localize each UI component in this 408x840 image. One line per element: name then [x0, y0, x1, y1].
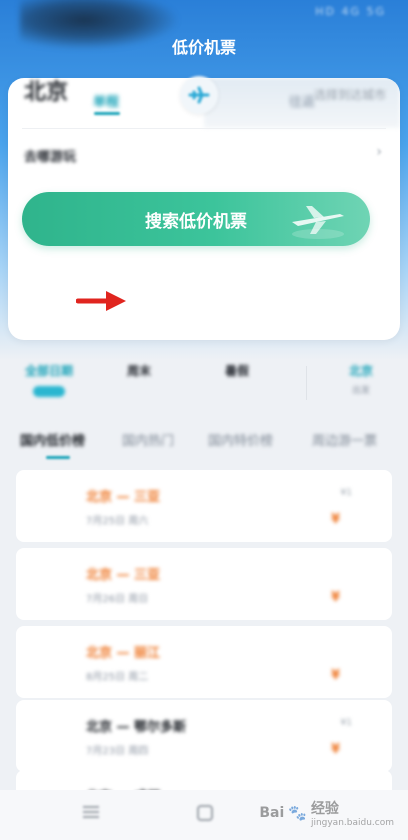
watermark-url: jingyan.baidu.com — [310, 818, 394, 828]
list-item[interactable]: 北京 — 鄂尔多斯 7月23日 周四 ¥1 ¥ — [16, 700, 392, 772]
arrival-city[interactable]: 选择到达城市 — [314, 86, 386, 103]
route-date: 7月25日 周六 — [86, 516, 149, 527]
baidu-jingyan-watermark: Bai 🐾 经验 jingyan.baidu.com — [259, 798, 394, 828]
paw-icon: 🐾 — [288, 804, 307, 822]
route-label: 北京 — 鄂尔多斯 — [86, 720, 187, 735]
page-title: 低价机票 — [171, 38, 236, 57]
route-label: 北京 — 三亚 — [86, 490, 161, 505]
quick-filter-title: 暑假 — [224, 364, 249, 378]
chevron-right-icon: › — [376, 144, 382, 160]
price: ¥ — [330, 668, 340, 683]
watermark-brand: Bai — [259, 805, 285, 821]
tab-domestic-low-price[interactable]: 国内低价榜 — [20, 430, 85, 449]
divider — [22, 128, 386, 129]
annotation-arrow-icon — [76, 291, 126, 311]
category-tabs: 国内低价榜 国内热门 国内特价榜 周边游一票 — [0, 420, 408, 460]
airplane-icon — [292, 206, 344, 239]
route-label: 北京 — 三亚 — [86, 568, 161, 583]
price: ¥ — [330, 742, 340, 757]
list-item[interactable]: 北京 — 三亚 7月26日 周日 ¥ — [16, 548, 392, 620]
quick-filter-summer[interactable]: 暑假 — [202, 362, 272, 383]
quick-filter-title: 全部日期 — [24, 364, 73, 378]
quick-filter-weekend[interactable]: 周末 — [104, 362, 174, 383]
tab-indicator — [94, 112, 120, 115]
price: ¥ — [330, 512, 340, 527]
quick-filter-sub: 出发 — [351, 386, 370, 396]
quick-filter-all[interactable]: 全部日期 — [14, 362, 84, 398]
quick-filter-row: 全部日期 周末 暑假 北京 出发 — [0, 352, 408, 414]
route-date: 7月23日 周四 — [86, 746, 149, 757]
route-date: 8月25日 周二 — [86, 672, 149, 683]
menu-icon[interactable] — [82, 804, 100, 820]
departure-city[interactable]: 北京 — [24, 74, 68, 106]
airplane-icon — [188, 86, 210, 104]
list-item[interactable]: 北京 — 丽江 8月25日 周二 ¥ — [16, 626, 392, 698]
departure-city-filter[interactable]: 北京 出发 — [326, 362, 396, 396]
price-tag: ¥1 — [340, 488, 352, 498]
route-label: 北京 — 丽江 — [86, 646, 161, 661]
divider — [306, 366, 307, 400]
search-cheap-flights-button[interactable]: 搜索低价机票 — [22, 192, 370, 246]
price-tag: ¥1 — [340, 718, 352, 728]
quick-filter-title: 周末 — [126, 364, 151, 378]
tab-domestic-hot[interactable]: 国内热门 — [122, 430, 174, 449]
route-date: 7月26日 周日 — [86, 594, 149, 605]
status-bar: HD 4G 5G — [0, 0, 408, 26]
quick-filter-pill — [33, 386, 65, 397]
tab-indicator — [46, 456, 70, 459]
tab-nearby[interactable]: 周边游一票 — [312, 430, 377, 449]
watermark-suffix: 经验 — [310, 801, 339, 817]
home-icon[interactable] — [196, 804, 214, 822]
swap-cities-button[interactable] — [180, 76, 218, 114]
price: ¥ — [330, 590, 340, 605]
tab-domestic-special[interactable]: 国内特价榜 — [208, 430, 273, 449]
quick-filter-title: 北京 — [348, 364, 373, 378]
list-item[interactable]: 北京 — 三亚 7月25日 周六 ¥1 ¥ — [16, 470, 392, 542]
status-icons: HD 4G 5G — [315, 5, 386, 18]
date-selector[interactable]: 去哪游玩 — [24, 146, 76, 165]
